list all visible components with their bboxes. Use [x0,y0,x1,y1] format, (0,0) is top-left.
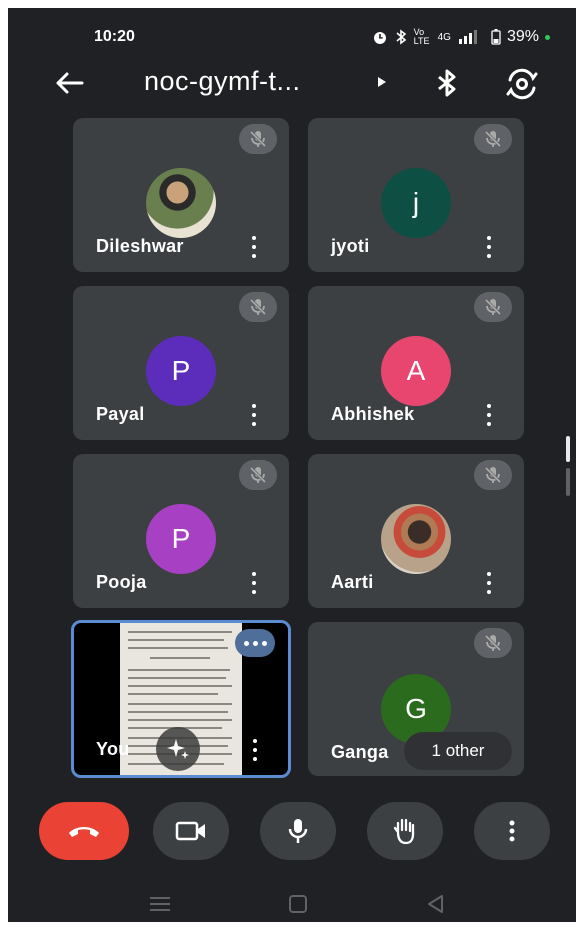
status-icons: Vo LTE 4G 39% [372,28,550,46]
more-vert-icon[interactable] [247,570,261,596]
avatar: A [381,336,451,406]
avatar-letter: P [171,355,191,386]
microphone-toggle-button[interactable] [260,802,336,860]
participant-name: Dileshwar [96,236,184,256]
avatar [146,168,216,238]
microphone-icon [288,819,308,843]
camera-toggle-button[interactable] [153,802,229,860]
avatar: P [146,336,216,406]
end-call-icon [69,827,99,837]
back-icon[interactable] [424,894,448,914]
raise-hand-icon [393,818,415,845]
mic-off-icon [239,460,277,490]
self-options-button[interactable] [235,629,275,657]
others-count-label: 1 other [431,741,485,760]
participant-name: Pooja [96,572,147,592]
self-view-tile[interactable]: You [71,620,291,778]
scrollbar-thumb[interactable] [566,436,570,462]
status-time: 10:20 [94,28,135,45]
end-call-button[interactable] [39,802,129,860]
scrollbar[interactable] [565,436,571,496]
mic-off-icon [474,124,512,154]
participant-name: Abhishek [331,404,415,424]
alarm-icon [373,32,386,44]
avatar-letter: P [171,523,191,554]
more-options-button[interactable] [474,802,550,860]
meeting-title[interactable]: noc-gymf-t... [144,66,301,97]
effects-sparkle-icon[interactable] [156,727,200,771]
system-navigation-bar [8,888,576,922]
battery-dot [545,34,550,40]
network-label: 4G [437,31,451,43]
back-arrow-icon[interactable] [52,66,86,100]
avatar-letter: G [405,693,427,724]
more-vert-icon[interactable] [248,737,262,763]
participant-tile-jyoti[interactable]: j jyoti [308,118,524,272]
participant-name: Ganga [331,742,389,762]
participant-name: You [96,739,130,759]
mic-off-icon [474,460,512,490]
avatar: j [381,168,451,238]
meeting-header: noc-gymf-t... [8,60,576,106]
battery-percent: 39% [506,28,539,45]
more-vert-icon[interactable] [247,402,261,428]
more-vert-icon[interactable] [482,570,496,596]
battery-icon [491,29,501,45]
camera-icon [175,821,205,841]
participant-name: Payal [96,404,145,424]
raise-hand-button[interactable] [367,802,443,860]
avatar-letter: A [406,355,426,386]
mic-off-icon [239,292,277,322]
recents-icon[interactable] [148,894,172,914]
bluetooth-icon [396,29,406,45]
participant-name: Aarti [331,572,374,592]
mic-off-icon [239,124,277,154]
signal-icon [458,30,477,44]
mic-off-icon [474,292,512,322]
participant-name: jyoti [331,236,370,256]
switch-camera-icon[interactable] [504,66,540,102]
status-bar: 10:20 Vo LTE 4G 39% [8,8,576,56]
volte-label: Vo LTE [413,27,430,46]
mic-off-icon [474,628,512,658]
participant-tile-ganga[interactable]: G Ganga 1 other [308,622,524,776]
call-controls [8,802,576,864]
phone-screen: 10:20 Vo LTE 4G 39% noc-gymf-t... Dilesh… [8,8,576,922]
avatar: P [146,504,216,574]
others-count-chip[interactable]: 1 other [404,732,512,770]
participant-tile-aarti[interactable]: Aarti [308,454,524,608]
avatar-letter: j [412,187,420,218]
home-icon[interactable] [286,894,310,914]
participant-tile-dileshwar[interactable]: Dileshwar [73,118,289,272]
more-options-icon [509,820,515,842]
participant-tile-payal[interactable]: P Payal [73,286,289,440]
caret-right-icon[interactable] [378,77,386,87]
avatar [381,504,451,574]
participant-tile-pooja[interactable]: P Pooja [73,454,289,608]
scrollbar-track [566,468,570,496]
more-vert-icon[interactable] [247,234,261,260]
participant-tile-abhishek[interactable]: A Abhishek [308,286,524,440]
more-vert-icon[interactable] [482,402,496,428]
bluetooth-audio-icon[interactable] [432,68,462,98]
more-vert-icon[interactable] [482,234,496,260]
